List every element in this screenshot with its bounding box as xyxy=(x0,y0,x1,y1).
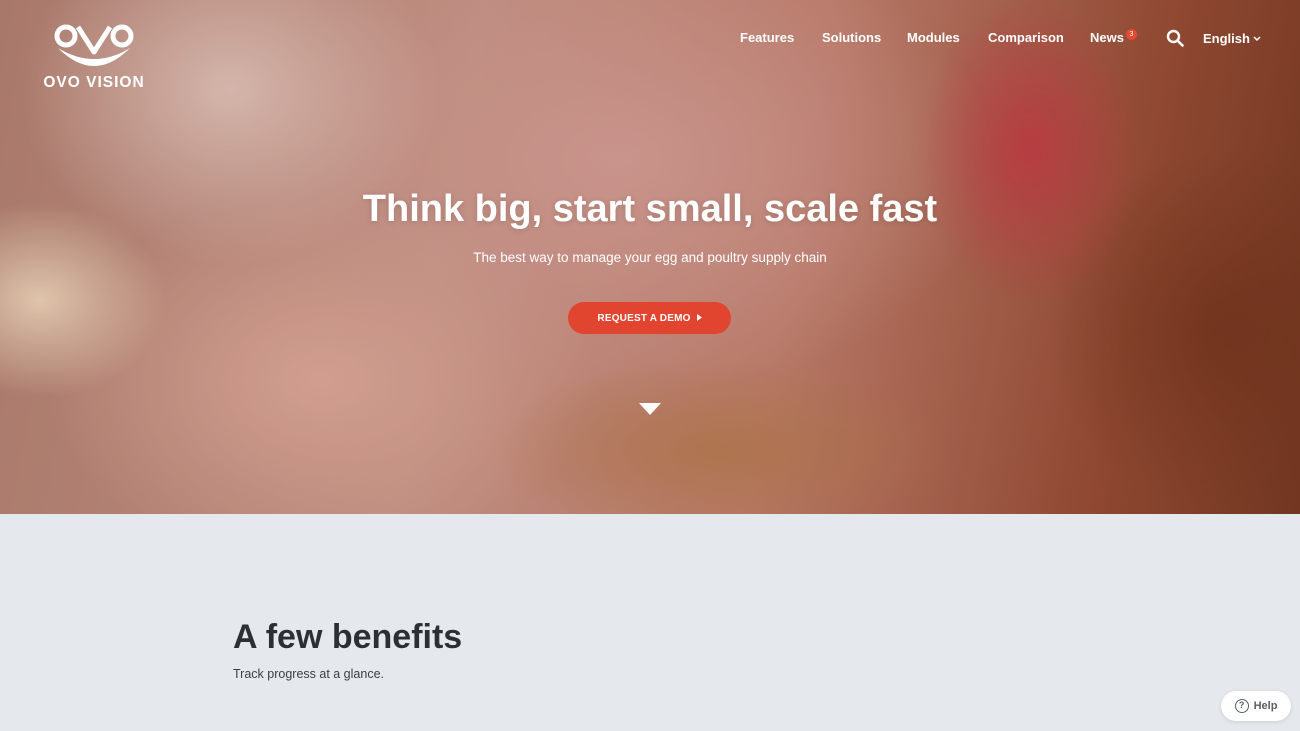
logo-mark-icon xyxy=(54,24,134,66)
caret-right-icon xyxy=(696,313,702,324)
language-selector[interactable]: English xyxy=(1203,28,1261,49)
help-button[interactable]: ? Help xyxy=(1221,691,1291,721)
hero-section: OVO VISION Features Solutions Modules Co… xyxy=(0,0,1300,514)
scroll-down-arrow-icon[interactable] xyxy=(639,400,661,415)
nav-item-features[interactable]: Features xyxy=(740,28,794,48)
request-demo-button[interactable]: REQUEST A DEMO xyxy=(568,302,731,334)
request-demo-label: REQUEST A DEMO xyxy=(597,312,691,324)
benefits-subtitle: Track progress at a glance. xyxy=(233,667,384,681)
help-label: Help xyxy=(1253,700,1278,712)
hero-title: Think big, start small, scale fast xyxy=(362,188,938,230)
news-count-badge: 3 xyxy=(1126,29,1137,40)
language-label: English xyxy=(1203,31,1250,46)
nav-item-solutions[interactable]: Solutions xyxy=(822,28,881,48)
hero-subtitle: The best way to manage your egg and poul… xyxy=(473,250,827,265)
search-icon[interactable] xyxy=(1166,29,1184,47)
question-circle-icon: ? xyxy=(1234,699,1249,713)
logo[interactable]: OVO VISION xyxy=(42,22,146,96)
nav-item-modules[interactable]: Modules xyxy=(907,28,960,48)
benefits-heading: A few benefits xyxy=(233,618,463,656)
logo-text: OVO VISION xyxy=(43,74,145,91)
nav-item-news[interactable]: News xyxy=(1090,28,1124,48)
chevron-down-icon xyxy=(1253,28,1261,48)
nav-item-comparison[interactable]: Comparison xyxy=(988,28,1064,48)
